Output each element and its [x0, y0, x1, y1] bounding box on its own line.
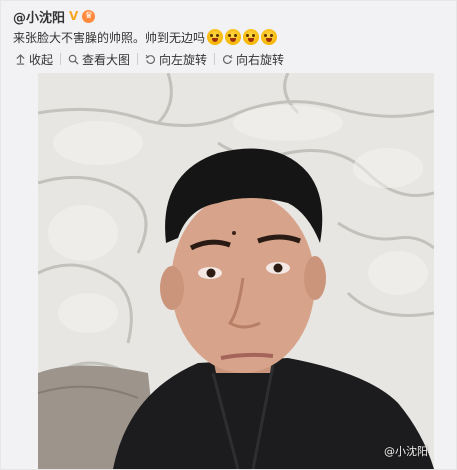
- member-level-icon: ♛: [82, 9, 96, 23]
- rotate-left-button[interactable]: 向左旋转: [145, 51, 207, 68]
- shocked-face-emoji-icon: [207, 29, 224, 45]
- view-large-label: 查看大图: [82, 52, 131, 67]
- collapse-arrow-icon: [16, 53, 25, 65]
- post-card: @小沈阳 V ♛ 来张脸大不害臊的帅照。帅到无边吗 收起 查看大图 向左旋转 向…: [0, 0, 457, 470]
- photo-watermark: @小沈阳: [384, 445, 428, 458]
- username-link[interactable]: @小沈阳: [13, 7, 65, 26]
- shocked-face-emoji-icon: [225, 29, 242, 45]
- post-photo[interactable]: @小沈阳: [38, 73, 434, 469]
- toolbar-divider: [214, 53, 216, 65]
- post-text-content: 来张脸大不害臊的帅照。帅到无边吗: [13, 30, 206, 45]
- search-icon: [68, 54, 79, 65]
- collapse-label: 收起: [29, 52, 54, 67]
- rotate-left-icon: [145, 54, 156, 64]
- toolbar-divider: [137, 53, 139, 65]
- rotate-right-button[interactable]: 向右旋转: [222, 51, 284, 68]
- rotate-right-icon: [223, 54, 233, 64]
- selfie-photo: [38, 73, 434, 469]
- post-text: 来张脸大不害臊的帅照。帅到无边吗: [13, 27, 278, 47]
- toolbar-divider: [60, 53, 62, 65]
- collapse-button[interactable]: 收起: [15, 51, 53, 68]
- rotate-right-label: 向右旋转: [236, 52, 285, 67]
- verified-icon: V: [69, 9, 79, 23]
- view-large-button[interactable]: 查看大图: [68, 51, 130, 68]
- rotate-left-label: 向左旋转: [159, 52, 208, 67]
- image-toolbar: 收起 查看大图 向左旋转 向右旋转: [15, 50, 284, 68]
- shocked-face-emoji-icon: [243, 29, 260, 45]
- post-header: @小沈阳 V ♛: [13, 7, 96, 26]
- shocked-face-emoji-icon: [261, 29, 278, 45]
